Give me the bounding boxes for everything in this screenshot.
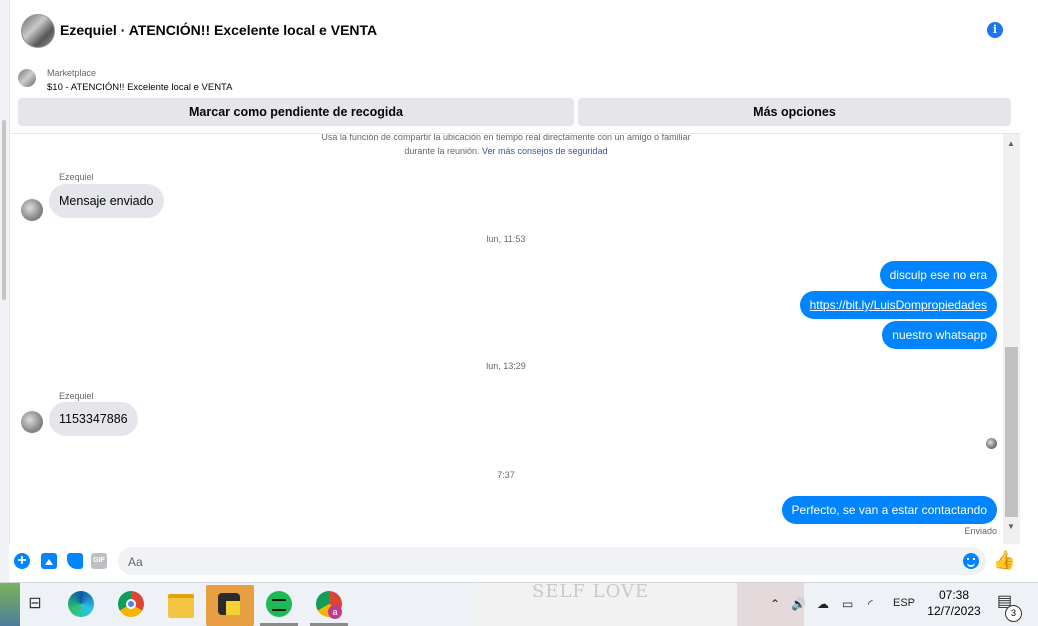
- timestamp: lun, 11:53: [486, 234, 526, 244]
- incoming-message[interactable]: Mensaje enviado: [49, 184, 164, 218]
- message-input[interactable]: [126, 547, 950, 577]
- wifi-icon[interactable]: ◜: [868, 597, 873, 611]
- taskbar: SELF LOVE ⊟ a ⌃ 🔊 ☁ ▭ ◜ ESP 07:38 12/7/2…: [0, 581, 1038, 626]
- plus-icon[interactable]: +: [14, 553, 30, 569]
- spotify-icon[interactable]: [266, 591, 292, 617]
- chrome-profile-badge: a: [328, 605, 342, 619]
- battery-icon[interactable]: ▭: [842, 597, 853, 611]
- safety-tips-link[interactable]: Ver más consejos de seguridad: [482, 146, 608, 156]
- window-edge: [1021, 0, 1038, 582]
- outgoing-link-message[interactable]: https://bit.ly/LuisDompropiedades: [799, 291, 997, 319]
- gif-icon[interactable]: GIF: [91, 553, 107, 569]
- sticker-icon[interactable]: [67, 553, 83, 569]
- notification-count: 3: [1005, 605, 1022, 622]
- scroll-down-arrow-icon[interactable]: ▼: [1007, 522, 1015, 531]
- more-options-button[interactable]: Más opciones: [578, 98, 1011, 126]
- seen-avatar-icon: [986, 438, 997, 449]
- chrome-icon[interactable]: [118, 591, 144, 617]
- wallpaper-fragment: [0, 583, 20, 626]
- listing-title: $10 - ATENCIÓN!! Excelente local e VENTA: [47, 82, 233, 93]
- timestamp: lun, 13:29: [486, 361, 526, 371]
- mark-pending-button[interactable]: Marcar como pendiente de recogida: [18, 98, 574, 126]
- composer: + GIF 👍: [9, 544, 1021, 582]
- message-list: Usa la función de compartir la ubicación…: [9, 134, 1003, 544]
- safety-notice: Usa la función de compartir la ubicación…: [9, 134, 1003, 158]
- chat-header: Ezequiel · ATENCIÓN!! Excelente local e …: [9, 0, 1021, 62]
- outgoing-message[interactable]: nuestro whatsapp: [882, 321, 997, 349]
- marketplace-listing[interactable]: Marketplace $10 - ATENCIÓN!! Excelente l…: [9, 62, 1021, 98]
- language-indicator[interactable]: ESP: [893, 597, 915, 609]
- incoming-message[interactable]: 1153347886: [49, 402, 138, 436]
- outgoing-message[interactable]: Perfecto, se van a estar contactando: [781, 496, 997, 524]
- volume-icon[interactable]: 🔊: [791, 597, 806, 611]
- sticky-notes-icon[interactable]: [218, 593, 240, 615]
- timestamp: 7:37: [497, 470, 515, 480]
- sender-name: Ezequiel: [59, 172, 94, 182]
- chat-title[interactable]: Ezequiel · ATENCIÓN!! Excelente local e …: [60, 22, 377, 38]
- scroll-up-arrow-icon[interactable]: ▲: [1007, 139, 1015, 148]
- wallpaper-text: SELF LOVE: [532, 581, 650, 602]
- messenger-window: Ezequiel · ATENCIÓN!! Excelente local e …: [0, 0, 1021, 582]
- system-clock[interactable]: 07:38 12/7/2023: [922, 587, 986, 619]
- marketplace-label: Marketplace: [47, 68, 97, 78]
- file-explorer-icon[interactable]: [168, 594, 194, 618]
- info-icon[interactable]: i: [987, 22, 1003, 38]
- image-icon[interactable]: [41, 553, 57, 569]
- clock-time: 07:38: [938, 588, 970, 602]
- background-scroll-thumb[interactable]: [2, 120, 6, 300]
- message-scrollbar[interactable]: ▲ ▼: [1003, 134, 1020, 544]
- sender-avatar[interactable]: [21, 411, 43, 433]
- listing-thumbnail: [18, 69, 36, 87]
- scroll-thumb[interactable]: [1005, 347, 1018, 517]
- contact-avatar[interactable]: [21, 14, 55, 48]
- edge-browser-icon[interactable]: [68, 591, 94, 617]
- chevron-up-icon[interactable]: ⌃: [770, 597, 780, 611]
- task-view-icon[interactable]: ⊟: [20, 589, 50, 619]
- sender-avatar[interactable]: [21, 199, 43, 221]
- thumbs-up-icon[interactable]: 👍: [993, 550, 1015, 571]
- clock-date: 12/7/2023: [927, 604, 981, 618]
- message-input-wrapper[interactable]: [118, 547, 986, 577]
- emoji-icon[interactable]: [963, 553, 979, 569]
- message-status: Enviado: [964, 526, 997, 536]
- onedrive-icon[interactable]: ☁: [817, 597, 829, 611]
- sender-name: Ezequiel: [59, 391, 94, 401]
- outgoing-message[interactable]: disculp ese no era: [879, 261, 997, 289]
